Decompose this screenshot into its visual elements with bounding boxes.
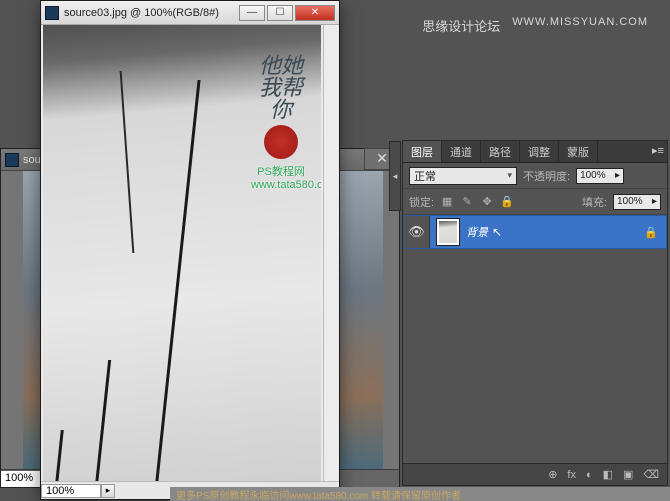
lock-icon: 🔒 <box>644 226 658 239</box>
doc-title: source03.jpg @ 100%(RGB/8#) <box>64 7 239 19</box>
panel-menu-icon[interactable]: ▸≡ <box>649 141 667 162</box>
seal-icon <box>264 125 298 159</box>
brand-name: 思缘设计论坛 <box>422 16 500 35</box>
lock-label: 锁定: <box>409 194 434 210</box>
wm-line: 我帮 <box>251 77 311 99</box>
link-layers-icon[interactable]: ⊕ <box>548 468 557 481</box>
panel-footer: ⊕ fx ◐ ◧ ▣ ⌫ <box>403 463 667 485</box>
fx-icon[interactable]: fx <box>567 469 576 481</box>
delete-icon[interactable]: ⌫ <box>643 468 659 481</box>
tab-layers[interactable]: 图层 <box>403 141 442 162</box>
watermark: 他她 我帮 你 PS教程网 www.tata580.com <box>251 55 311 191</box>
lock-position-icon[interactable]: ✥ <box>480 195 494 208</box>
image-content: 他她 我帮 你 PS教程网 www.tata580.com <box>43 25 321 481</box>
lock-all-icon[interactable]: 🔒 <box>500 195 514 208</box>
zoom-input[interactable]: 100% <box>41 484 101 498</box>
cursor-icon: ↖ <box>492 225 502 239</box>
layer-list: 👁 背景 ↖ 🔒 <box>403 215 667 249</box>
tab-paths[interactable]: 路径 <box>481 141 520 162</box>
wm-line: 他她 <box>251 55 311 77</box>
wm-site: PS教程网 <box>251 163 311 179</box>
lock-icon-group: ▦ ✎ ✥ 🔒 <box>440 195 514 208</box>
blend-mode-select[interactable]: 正常 ▾ <box>409 167 517 185</box>
lock-transparent-icon[interactable]: ▦ <box>440 195 454 208</box>
lock-pixels-icon[interactable]: ✎ <box>460 195 474 208</box>
wm-line: 你 <box>251 99 311 121</box>
panel-collapse-handle[interactable]: ◂ <box>389 141 401 211</box>
tab-adjustments[interactable]: 调整 <box>520 141 559 162</box>
chevron-right-icon: ▸ <box>652 196 657 207</box>
crack-line <box>155 80 201 481</box>
fill-label: 填充: <box>582 194 607 210</box>
tab-masks[interactable]: 蒙版 <box>559 141 598 162</box>
fill-input[interactable]: 100% ▸ <box>613 194 661 210</box>
chevron-right-icon: ▸ <box>615 170 620 181</box>
tab-channels[interactable]: 通道 <box>442 141 481 162</box>
blend-row: 正常 ▾ 不透明度: 100% ▸ <box>403 163 667 189</box>
ps-icon <box>45 6 59 20</box>
layer-name[interactable]: 背景 <box>466 224 488 240</box>
minimize-button[interactable]: — <box>239 5 265 21</box>
opacity-label: 不透明度: <box>523 168 570 184</box>
ps-icon <box>5 153 19 167</box>
panel-tabs: 图层 通道 路径 调整 蒙版 ▸≡ <box>403 141 667 163</box>
opacity-input[interactable]: 100% ▸ <box>576 168 624 184</box>
vertical-scrollbar[interactable] <box>323 25 339 481</box>
doc-titlebar[interactable]: source03.jpg @ 100%(RGB/8#) — ☐ ✕ <box>41 1 339 25</box>
zoom-flyout-icon[interactable]: ▸ <box>101 484 115 498</box>
lock-row: 锁定: ▦ ✎ ✥ 🔒 填充: 100% ▸ <box>403 189 667 215</box>
doc-canvas[interactable]: 他她 我帮 你 PS教程网 www.tata580.com <box>43 25 321 481</box>
layers-panel: ◂ 图层 通道 路径 调整 蒙版 ▸≡ 正常 ▾ 不透明度: 100%▸ 锁定:… <box>402 140 668 486</box>
opacity-value: 100% <box>580 170 606 181</box>
chevron-down-icon: ▾ <box>507 170 512 181</box>
blend-mode-value: 正常 <box>414 168 436 184</box>
bottom-caption: 更多PS原创教程永临访问www.tata580.com 转载请保留原创作者 <box>170 487 670 501</box>
adjustment-icon[interactable]: ◧ <box>603 468 613 481</box>
visibility-toggle[interactable]: 👁 <box>404 216 430 248</box>
maximize-button[interactable]: ☐ <box>267 5 293 21</box>
document-window: source03.jpg @ 100%(RGB/8#) — ☐ ✕ 他她 我帮 … <box>40 0 340 500</box>
brand-url: WWW.MISSYUAN.COM <box>512 16 648 35</box>
mask-icon[interactable]: ◐ <box>586 469 593 481</box>
close-button[interactable]: ✕ <box>295 5 335 21</box>
fill-value: 100% <box>617 196 643 207</box>
new-layer-icon[interactable]: ▣ <box>623 468 633 481</box>
wm-url: www.tata580.com <box>251 179 311 191</box>
layer-thumbnail[interactable] <box>436 218 460 246</box>
layer-row[interactable]: 👁 背景 ↖ 🔒 <box>403 215 667 249</box>
crack-line <box>120 71 135 253</box>
